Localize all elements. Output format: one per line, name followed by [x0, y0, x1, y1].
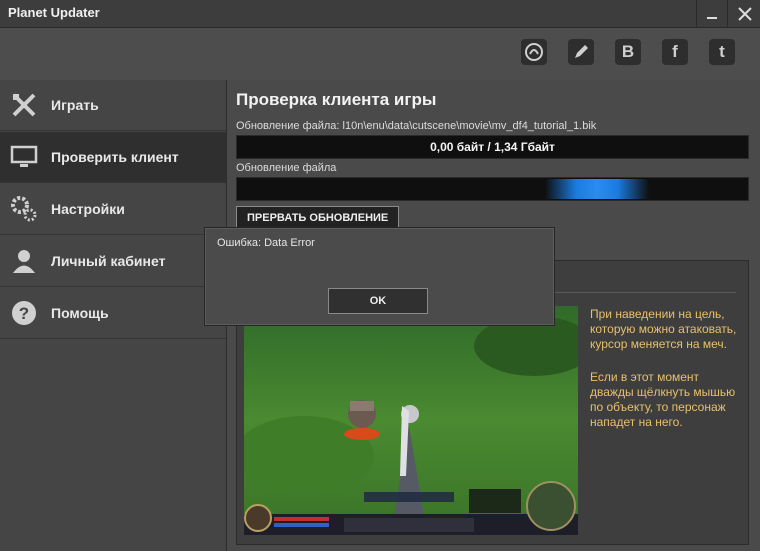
- facebook-icon[interactable]: f: [662, 39, 688, 65]
- sidebar: Играть Проверить клиент Настройки Личный…: [0, 80, 227, 551]
- file-label: Обновление файла: l10n\enu\data\cutscene…: [236, 120, 597, 132]
- page-title: Проверка клиента игры: [236, 90, 437, 109]
- sidebar-item-label: Проверить клиент: [51, 149, 179, 165]
- forum-icon[interactable]: [521, 39, 547, 65]
- tip-text-1: При наведении на цель, которую можно ата…: [590, 307, 737, 351]
- ok-button[interactable]: OK: [328, 288, 428, 314]
- vk-icon[interactable]: B: [615, 39, 641, 65]
- sidebar-item-play[interactable]: Играть: [0, 80, 226, 131]
- total-progress-bar: [236, 177, 749, 201]
- game-screenshot: [244, 306, 578, 535]
- play-swords-icon: [10, 91, 38, 119]
- minimize-icon: [707, 16, 717, 19]
- minimize-button[interactable]: [696, 0, 727, 27]
- gears-icon: [10, 195, 38, 223]
- twitter-icon[interactable]: t: [709, 39, 735, 65]
- edit-icon[interactable]: [568, 39, 594, 65]
- help-icon: ?: [10, 299, 38, 327]
- file-label-2: Обновление файла: [236, 162, 337, 174]
- error-dialog: Ошибка: Data Error OK: [204, 227, 555, 326]
- user-icon: [10, 247, 38, 275]
- title-bar: Planet Updater: [0, 0, 760, 28]
- tip-text-2: Если в этот момент дважды щёлкнуть мышью…: [590, 370, 736, 429]
- file-progress-bar: 0,00 байт / 1,34 Гбайт: [236, 135, 749, 159]
- error-message: Ошибка: Data Error: [217, 237, 315, 249]
- sidebar-item-help[interactable]: ? Помощь: [0, 288, 226, 339]
- social-toolbar: B f t: [0, 28, 760, 81]
- sidebar-item-settings[interactable]: Настройки: [0, 184, 226, 235]
- monitor-icon: [10, 143, 38, 171]
- sidebar-item-label: Настройки: [51, 201, 125, 217]
- sidebar-item-check-client[interactable]: Проверить клиент: [0, 132, 226, 183]
- progress-text: 0,00 байт / 1,34 Гбайт: [430, 140, 555, 154]
- sidebar-item-account[interactable]: Личный кабинет: [0, 236, 226, 287]
- svg-text:?: ?: [19, 304, 29, 323]
- window-title: Planet Updater: [8, 5, 100, 20]
- sidebar-item-label: Играть: [51, 97, 99, 113]
- sidebar-item-label: Личный кабинет: [51, 253, 166, 269]
- close-icon: [737, 6, 752, 21]
- close-button[interactable]: [727, 0, 760, 27]
- progress-glow: [545, 179, 649, 199]
- sidebar-item-label: Помощь: [51, 305, 109, 321]
